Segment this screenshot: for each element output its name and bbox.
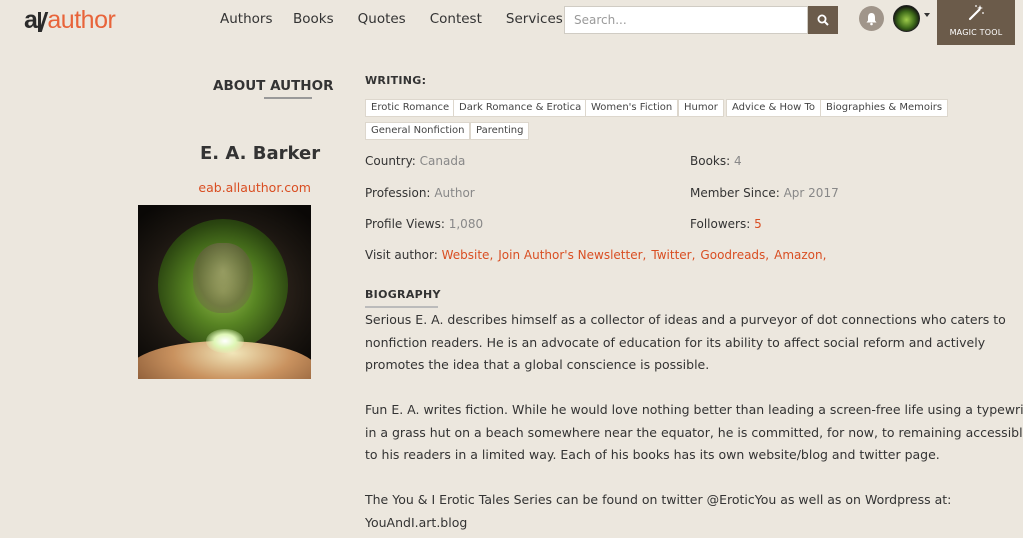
search-button[interactable]	[808, 6, 838, 34]
stat-label: Books:	[690, 154, 731, 168]
logo-word: author	[47, 6, 116, 34]
stat-label: Followers:	[690, 217, 751, 231]
bell-icon	[866, 12, 877, 25]
followers-link[interactable]: 5	[754, 217, 762, 231]
top-header: a author Authors Books Quotes Contest Se…	[0, 0, 1023, 45]
bio-line: nonfiction readers. He is an advocate of…	[365, 334, 986, 350]
bio-line: Serious E. A. describes himself as a col…	[365, 312, 1006, 327]
genre-tag[interactable]: Parenting	[470, 122, 530, 140]
amazon-link[interactable]: Amazon	[774, 248, 823, 262]
genre-tag[interactable]: Erotic Romance	[365, 99, 456, 117]
bio-line: in a grass hut on a beach somewhere near…	[365, 424, 1023, 440]
heading-underline	[365, 306, 438, 308]
search-input[interactable]	[564, 6, 808, 34]
bio-line: The You & I Erotic Tales Series can be f…	[365, 492, 952, 507]
stat-value: Apr 2017	[783, 186, 839, 200]
stat-label: Profile Views:	[365, 217, 445, 231]
about-author-heading: ABOUT AUTHOR	[213, 78, 334, 94]
stat-profession: Profession: Author	[365, 186, 475, 200]
stat-member-since: Member Since: Apr 2017	[690, 186, 839, 200]
heading-underline	[264, 97, 312, 99]
stat-label: Member Since:	[690, 186, 780, 200]
bio-line: to his readers in a limited way. Each of…	[365, 447, 940, 462]
search-bar	[564, 6, 838, 34]
writing-heading: WRITING:	[365, 74, 427, 87]
author-name: E. A. Barker	[200, 143, 321, 164]
genre-tag[interactable]: Humor	[678, 99, 724, 117]
stat-profile-views: Profile Views: 1,080	[365, 217, 483, 231]
logo-bars-icon	[38, 10, 49, 32]
author-site-link[interactable]: eab.allauthor.com	[175, 180, 311, 195]
biography-paragraph: Serious E. A. describes himself as a col…	[365, 309, 1020, 377]
nav-authors[interactable]: Authors	[220, 11, 272, 27]
magic-tool-label: MAGIC TOOL	[949, 28, 1003, 37]
goodreads-link[interactable]: Goodreads	[700, 248, 765, 262]
site-logo[interactable]: a author	[24, 5, 116, 35]
stat-value: 4	[734, 154, 742, 168]
biography-heading: BIOGRAPHY	[365, 288, 441, 301]
twitter-link[interactable]: Twitter	[651, 248, 691, 262]
magic-wand-icon	[968, 5, 984, 21]
genre-tag[interactable]: Biographies & Memoirs	[820, 99, 949, 117]
genre-tag[interactable]: Dark Romance & Erotica	[453, 99, 588, 117]
nav-services[interactable]: Services	[506, 11, 563, 27]
bio-line: promotes the idea that a global conscien…	[365, 357, 710, 372]
stat-label: Profession:	[365, 186, 431, 200]
stat-value: Canada	[419, 154, 466, 168]
stat-label: Country:	[365, 154, 416, 168]
magic-tool-button[interactable]: MAGIC TOOL	[937, 0, 1015, 45]
chevron-down-icon[interactable]	[924, 13, 930, 17]
visit-label: Visit author:	[365, 248, 438, 262]
user-avatar[interactable]	[893, 5, 920, 32]
stat-followers: Followers: 5	[690, 217, 762, 231]
genre-tag[interactable]: General Nonfiction	[365, 122, 471, 140]
bio-line: Fun E. A. writes fiction. While he would…	[365, 402, 1023, 417]
biography-paragraph: The You & I Erotic Tales Series can be f…	[365, 489, 1020, 534]
notifications-button[interactable]	[859, 6, 884, 31]
stat-value: Author	[434, 186, 475, 200]
stat-books: Books: 4	[690, 154, 742, 168]
nav-books[interactable]: Books	[293, 11, 334, 27]
search-icon	[817, 14, 829, 26]
stat-value: 1,080	[448, 217, 484, 231]
visit-author: Visit author: Website, Join Author's News…	[365, 248, 827, 262]
nav-contest[interactable]: Contest	[430, 11, 482, 27]
biography-paragraph: Fun E. A. writes fiction. While he would…	[365, 399, 1023, 467]
bio-line: YouAndI.art.blog	[365, 514, 468, 530]
main-nav: Authors Books Quotes Contest Services	[220, 11, 587, 27]
author-photo	[138, 205, 311, 379]
stat-country: Country: Canada	[365, 154, 465, 168]
nav-quotes[interactable]: Quotes	[358, 11, 406, 27]
logo-prefix: a	[24, 6, 38, 34]
genre-tag[interactable]: Advice & How To	[726, 99, 822, 117]
genre-tag[interactable]: Women's Fiction	[585, 99, 679, 117]
newsletter-link[interactable]: Join Author's Newsletter	[498, 248, 642, 262]
website-link[interactable]: Website	[442, 248, 490, 262]
